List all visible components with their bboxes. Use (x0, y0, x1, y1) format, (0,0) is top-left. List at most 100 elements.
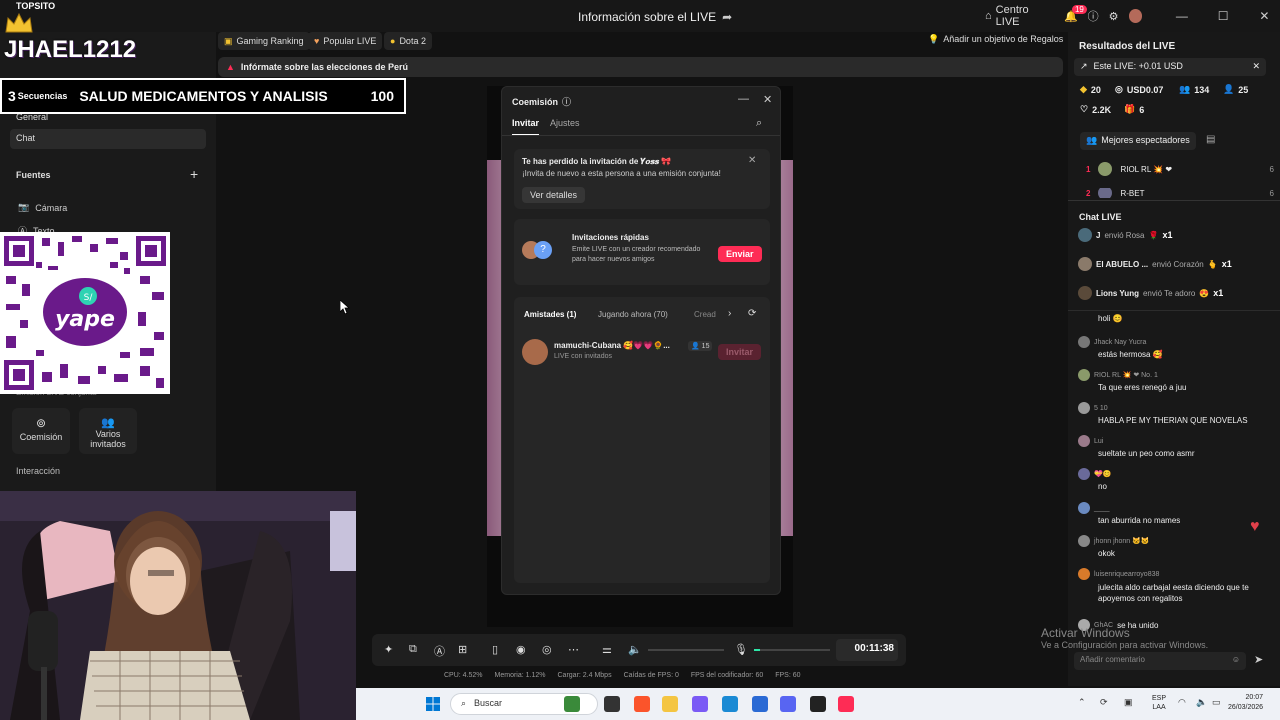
close-icon[interactable]: ✕ (1249, 9, 1280, 23)
obs-icon[interactable] (810, 696, 826, 712)
missed-invite-sub: ¡Invita de nuevo a esta persona a una em… (522, 169, 721, 178)
title-bar: Información sobre el LIVE ➦ ⌂ Centro LIV… (0, 0, 1280, 32)
chip-label: Gaming Ranking (236, 36, 304, 46)
chip-label: Dota 2 (399, 36, 426, 46)
add-gift-goal-button[interactable]: 💡 Añadir un objetivo de Regalos (928, 34, 1063, 45)
edge-icon[interactable] (722, 696, 738, 712)
layout-icon[interactable]: ⧉ (409, 643, 417, 656)
maximize-icon[interactable]: ☐ (1207, 9, 1238, 23)
more-icon[interactable]: ⋯ (568, 643, 579, 656)
best-viewers-button[interactable]: 👥 Mejores espectadores (1080, 132, 1196, 150)
webcam-feed (0, 491, 356, 720)
refresh-icon[interactable]: ⟳ (748, 308, 756, 319)
discord-icon[interactable] (780, 696, 796, 712)
yape-qr-code: S/ yape (0, 232, 170, 394)
help-icon[interactable]: ⓘ (1088, 8, 1099, 24)
sync-icon[interactable]: ⟳ (1100, 697, 1108, 708)
gift-user: Lions Yung (1096, 288, 1139, 298)
comment-input[interactable]: Añadir comentario ☺ (1074, 652, 1246, 670)
source-camera[interactable]: 📷 Cámara (18, 202, 67, 213)
mic-slider[interactable] (754, 649, 830, 651)
speaker-icon[interactable]: 🔈 (1196, 697, 1207, 708)
chip-popular-live[interactable]: ♥ Popular LIVE (308, 32, 383, 50)
live-info-title[interactable]: Información sobre el LIVE ➦ (578, 10, 732, 24)
search-icon[interactable]: ⌕ (756, 117, 762, 130)
viewer-row[interactable]: 1 RIOL RL 💥 ❤ 6 (1086, 162, 1274, 176)
tab-amistades[interactable]: Amistades (1) (524, 310, 576, 319)
usd-stat: ◎ USD0.07 (1115, 84, 1163, 95)
viewers-stat: 👥 134 (1179, 84, 1209, 95)
volume-slider[interactable] (648, 649, 724, 651)
help-icon[interactable]: ⓘ (562, 95, 571, 108)
volume-icon[interactable]: 🔈 (628, 643, 642, 656)
ai-icon[interactable]: Ⓐ (434, 643, 445, 659)
minimize-icon[interactable]: — (1166, 9, 1197, 23)
battery-icon[interactable]: ▭ (1212, 697, 1221, 708)
chevron-up-icon[interactable]: ⌃ (1078, 697, 1086, 708)
chat-message: jhonn jhonn 🐱🐱 okok (1078, 535, 1273, 558)
clock-time: 20:07 (1245, 694, 1264, 701)
coemision-tool-button[interactable]: ⊚ Coemisión (12, 408, 70, 454)
store-icon[interactable] (752, 696, 768, 712)
settings-sliders-icon[interactable]: ⚌ (602, 643, 612, 656)
close-icon[interactable]: ✕ (763, 93, 772, 106)
avatar (1098, 162, 1113, 176)
file-explorer-icon[interactable] (662, 696, 678, 712)
gear-icon[interactable]: ⚙ (1109, 10, 1119, 23)
chevron-right-icon[interactable]: › (728, 308, 731, 319)
avatar (1078, 257, 1092, 271)
message-text: Ta que eres renegó a juu (1098, 383, 1187, 392)
send-icon[interactable]: ➤ (1254, 653, 1263, 666)
tray-icon[interactable]: ▣ (1124, 697, 1133, 708)
task-view-icon[interactable] (604, 696, 620, 712)
view-details-button[interactable]: Ver detalles (522, 187, 586, 203)
chip-gaming-ranking[interactable]: ▣ Gaming Ranking (218, 32, 310, 50)
language-indicator[interactable]: ESP LAA (1152, 694, 1166, 712)
search-icon: ⌕ (461, 698, 467, 708)
scene-chat[interactable]: Chat (10, 129, 206, 149)
close-icon[interactable]: ✕ (748, 155, 756, 166)
multi-guest-tool-button[interactable]: 👥 Varios invitados (79, 408, 137, 454)
taskbar-clock[interactable]: 20:07 26/03/2026 (1228, 693, 1263, 713)
live-timer: 00:11:38 (854, 643, 894, 654)
chip-dota2[interactable]: ● Dota 2 (384, 32, 432, 50)
copilot-icon[interactable] (692, 696, 708, 712)
earnings-text: Este LIVE: +0.01 USD (1093, 61, 1183, 71)
brave-browser-icon[interactable] (634, 696, 650, 712)
centro-live-button[interactable]: ⌂ Centro LIVE (985, 4, 1054, 28)
close-icon[interactable]: ✕ (1252, 61, 1260, 73)
tab-creadores[interactable]: Cread (694, 310, 716, 319)
microphone-icon[interactable]: 🎙 (734, 643, 748, 656)
friend-status: LIVE con invitados (554, 353, 612, 360)
wifi-icon[interactable]: ◠ (1178, 697, 1186, 708)
emoji-icon[interactable]: ☺ (1232, 655, 1240, 664)
stat-value: 6 (1139, 104, 1145, 115)
viewer-row[interactable]: 2 R-BET 6 (1086, 188, 1274, 198)
minimize-icon[interactable]: — (738, 93, 749, 105)
record-icon[interactable]: ◉ (516, 643, 526, 656)
add-scene-icon[interactable]: ⊞ (458, 643, 467, 656)
windows-start-icon[interactable] (426, 697, 440, 711)
phone-icon[interactable]: ▯ (492, 643, 498, 656)
invite-button[interactable]: Invitar (718, 344, 762, 360)
missed-invite-title: Te has perdido la invitación de 𝒀𝒐𝒔𝒔 🎀 (522, 157, 672, 166)
avatar (1078, 402, 1090, 414)
love-face-icon: 😍 (1199, 288, 1210, 298)
profile-avatar[interactable] (1128, 9, 1143, 23)
notifications-button[interactable]: 🔔 19 (1064, 4, 1087, 23)
screenshot-icon[interactable]: ◎ (542, 643, 552, 656)
list-icon[interactable]: ▤ (1206, 134, 1215, 145)
titlebar-actions: ⌂ Centro LIVE 🔔 19 ⓘ ⚙ — ☐ ✕ (985, 4, 1280, 28)
magic-wand-icon[interactable]: ✦ (384, 643, 393, 656)
elections-alert[interactable]: ▲ Infórmate sobre las elecciones de Perú (218, 57, 1063, 77)
avatar (1098, 188, 1113, 198)
add-source-icon[interactable]: + (190, 166, 198, 182)
tab-jugando-ahora[interactable]: Jugando ahora (70) (598, 310, 668, 319)
tiktok-live-studio-icon[interactable] (838, 696, 854, 712)
right-panel: Resultados del LIVE ↗ Este LIVE: +0.01 U… (1068, 32, 1280, 686)
gift-row: Lions Yung envió Te adoro 😍 x1 (1078, 286, 1268, 300)
tab-ajustes[interactable]: Ajustes (550, 118, 580, 128)
message-user: Lui (1094, 437, 1104, 445)
tab-invitar[interactable]: Invitar (512, 118, 540, 136)
send-button[interactable]: Enviar (718, 246, 762, 262)
